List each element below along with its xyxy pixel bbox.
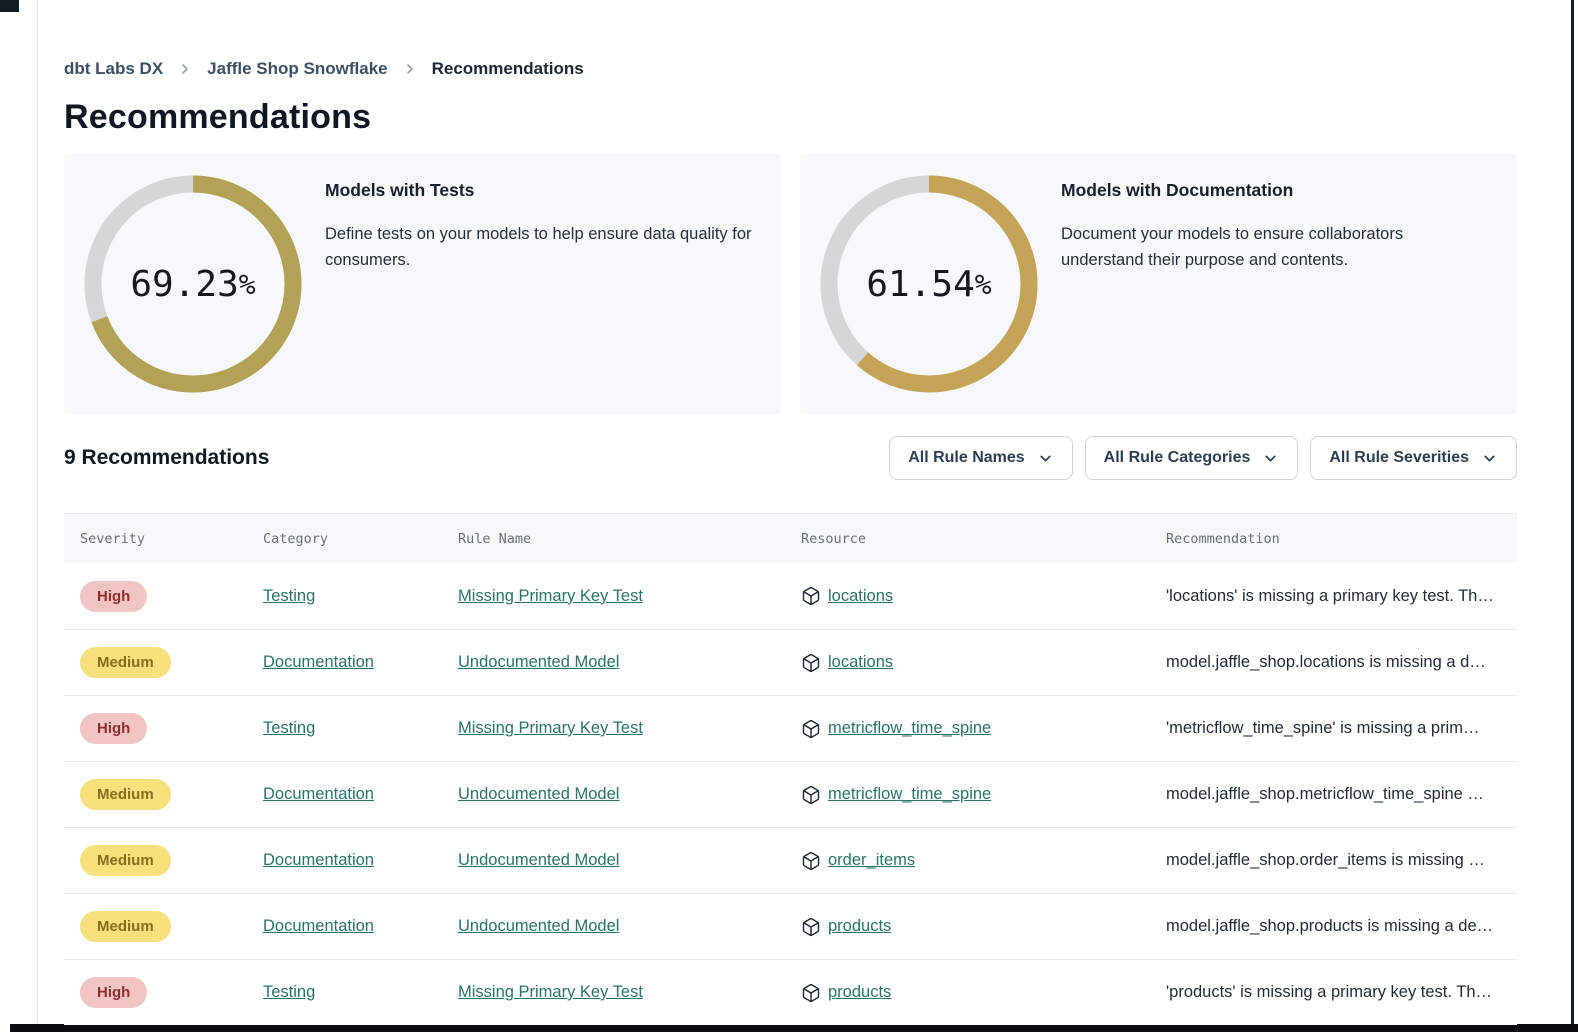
model-cube-icon (801, 653, 821, 673)
recommendation-text: 'metricflow_time_spine' is missing a pri… (1150, 719, 1517, 738)
severity-badge: High (80, 977, 147, 1008)
recommendation-text: model.jaffle_shop.metricflow_time_spine … (1150, 785, 1517, 804)
card-title: Models with Tests (325, 180, 770, 201)
rule-name-link[interactable]: Undocumented Model (458, 785, 619, 803)
severity-badge: Medium (80, 647, 171, 678)
resource-link[interactable]: products (828, 917, 891, 936)
breadcrumb-item-jaffle-shop-snowflake[interactable]: Jaffle Shop Snowflake (207, 59, 387, 79)
list-toolbar: 9 Recommendations All Rule Names All Rul… (64, 436, 1517, 480)
severity-badge: Medium (80, 779, 171, 810)
filter-group: All Rule Names All Rule Categories All R… (889, 436, 1517, 480)
severity-badge: Medium (80, 911, 171, 942)
rule-severities-filter-dropdown[interactable]: All Rule Severities (1310, 436, 1517, 480)
rule-names-filter-dropdown[interactable]: All Rule Names (889, 436, 1072, 480)
recommendation-text: model.jaffle_shop.products is missing a … (1150, 917, 1517, 936)
rule-name-link[interactable]: Undocumented Model (458, 653, 619, 671)
column-header-resource: Resource (785, 531, 1150, 547)
category-link[interactable]: Documentation (263, 653, 374, 671)
chevron-down-icon (1037, 450, 1054, 467)
model-cube-icon (801, 785, 821, 805)
window-frame-corner (0, 0, 19, 12)
rule-categories-filter-dropdown[interactable]: All Rule Categories (1085, 436, 1299, 480)
rule-name-link[interactable]: Missing Primary Key Test (458, 719, 643, 737)
table-row: Medium Documentation Undocumented Model … (64, 893, 1517, 959)
card-description: Define tests on your models to help ensu… (325, 221, 770, 273)
table-row: Medium Documentation Undocumented Model … (64, 827, 1517, 893)
recommendation-text: model.jaffle_shop.locations is missing a… (1150, 653, 1517, 672)
models-with-documentation-card: 61.54% Models with Documentation Documen… (800, 154, 1517, 414)
resource-link[interactable]: locations (828, 587, 893, 606)
resource-link[interactable]: order_items (828, 851, 915, 870)
category-link[interactable]: Testing (263, 719, 315, 737)
category-link[interactable]: Testing (263, 587, 315, 605)
table-row: High Testing Missing Primary Key Test lo… (64, 563, 1517, 629)
documentation-donut-chart: 61.54% (819, 174, 1039, 394)
card-description: Document your models to ensure collabora… (1061, 221, 1431, 273)
chevron-right-icon (177, 61, 193, 77)
tests-donut-chart: 69.23% (83, 174, 303, 394)
column-header-rule-name: Rule Name (442, 531, 785, 547)
sidebar-divider (37, 0, 38, 1024)
window-frame-bottom-edge (10, 1024, 1578, 1032)
chevron-down-icon (1262, 450, 1279, 467)
category-link[interactable]: Testing (263, 983, 315, 1001)
column-header-severity: Severity (64, 531, 247, 547)
severity-badge: Medium (80, 845, 171, 876)
column-header-recommendation: Recommendation (1150, 531, 1517, 547)
recommendations-table: Severity Category Rule Name Resource Rec… (64, 513, 1517, 1025)
model-cube-icon (801, 586, 821, 606)
rule-name-link[interactable]: Missing Primary Key Test (458, 983, 643, 1001)
recommendation-text: 'locations' is missing a primary key tes… (1150, 587, 1517, 606)
resource-link[interactable]: products (828, 983, 891, 1002)
window-frame-right-edge (1571, 0, 1574, 1032)
rule-name-link[interactable]: Undocumented Model (458, 917, 619, 935)
table-row: Medium Documentation Undocumented Model … (64, 629, 1517, 695)
severity-badge: High (80, 713, 147, 744)
chevron-right-icon (402, 61, 418, 77)
rule-name-link[interactable]: Undocumented Model (458, 851, 619, 869)
table-body: High Testing Missing Primary Key Test lo… (64, 563, 1517, 1025)
category-link[interactable]: Documentation (263, 917, 374, 935)
resource-link[interactable]: metricflow_time_spine (828, 719, 991, 738)
table-header-row: Severity Category Rule Name Resource Rec… (64, 513, 1517, 563)
category-link[interactable]: Documentation (263, 785, 374, 803)
recommendations-count: 9 Recommendations (64, 446, 269, 470)
model-cube-icon (801, 917, 821, 937)
recommendations-page: dbt Labs DX Jaffle Shop Snowflake Recomm… (0, 0, 1578, 1032)
table-row: High Testing Missing Primary Key Test pr… (64, 959, 1517, 1025)
breadcrumb-item-dbt-labs-dx[interactable]: dbt Labs DX (64, 59, 163, 79)
rule-name-link[interactable]: Missing Primary Key Test (458, 587, 643, 605)
breadcrumb-item-recommendations: Recommendations (432, 59, 584, 79)
resource-link[interactable]: locations (828, 653, 893, 672)
recommendation-text: 'products' is missing a primary key test… (1150, 983, 1517, 1002)
model-cube-icon (801, 983, 821, 1003)
card-title: Models with Documentation (1061, 180, 1431, 201)
column-header-category: Category (247, 531, 442, 547)
table-row: Medium Documentation Undocumented Model … (64, 761, 1517, 827)
category-link[interactable]: Documentation (263, 851, 374, 869)
model-cube-icon (801, 719, 821, 739)
tests-percentage: 69.23% (83, 174, 303, 394)
documentation-percentage: 61.54% (819, 174, 1039, 394)
breadcrumb: dbt Labs DX Jaffle Shop Snowflake Recomm… (64, 59, 584, 79)
resource-link[interactable]: metricflow_time_spine (828, 785, 991, 804)
severity-badge: High (80, 581, 147, 612)
model-cube-icon (801, 851, 821, 871)
chevron-down-icon (1481, 450, 1498, 467)
models-with-tests-card: 69.23% Models with Tests Define tests on… (64, 154, 781, 414)
metric-cards: 69.23% Models with Tests Define tests on… (64, 154, 1517, 414)
recommendation-text: model.jaffle_shop.order_items is missing… (1150, 851, 1517, 870)
table-row: High Testing Missing Primary Key Test me… (64, 695, 1517, 761)
page-title: Recommendations (64, 98, 371, 137)
